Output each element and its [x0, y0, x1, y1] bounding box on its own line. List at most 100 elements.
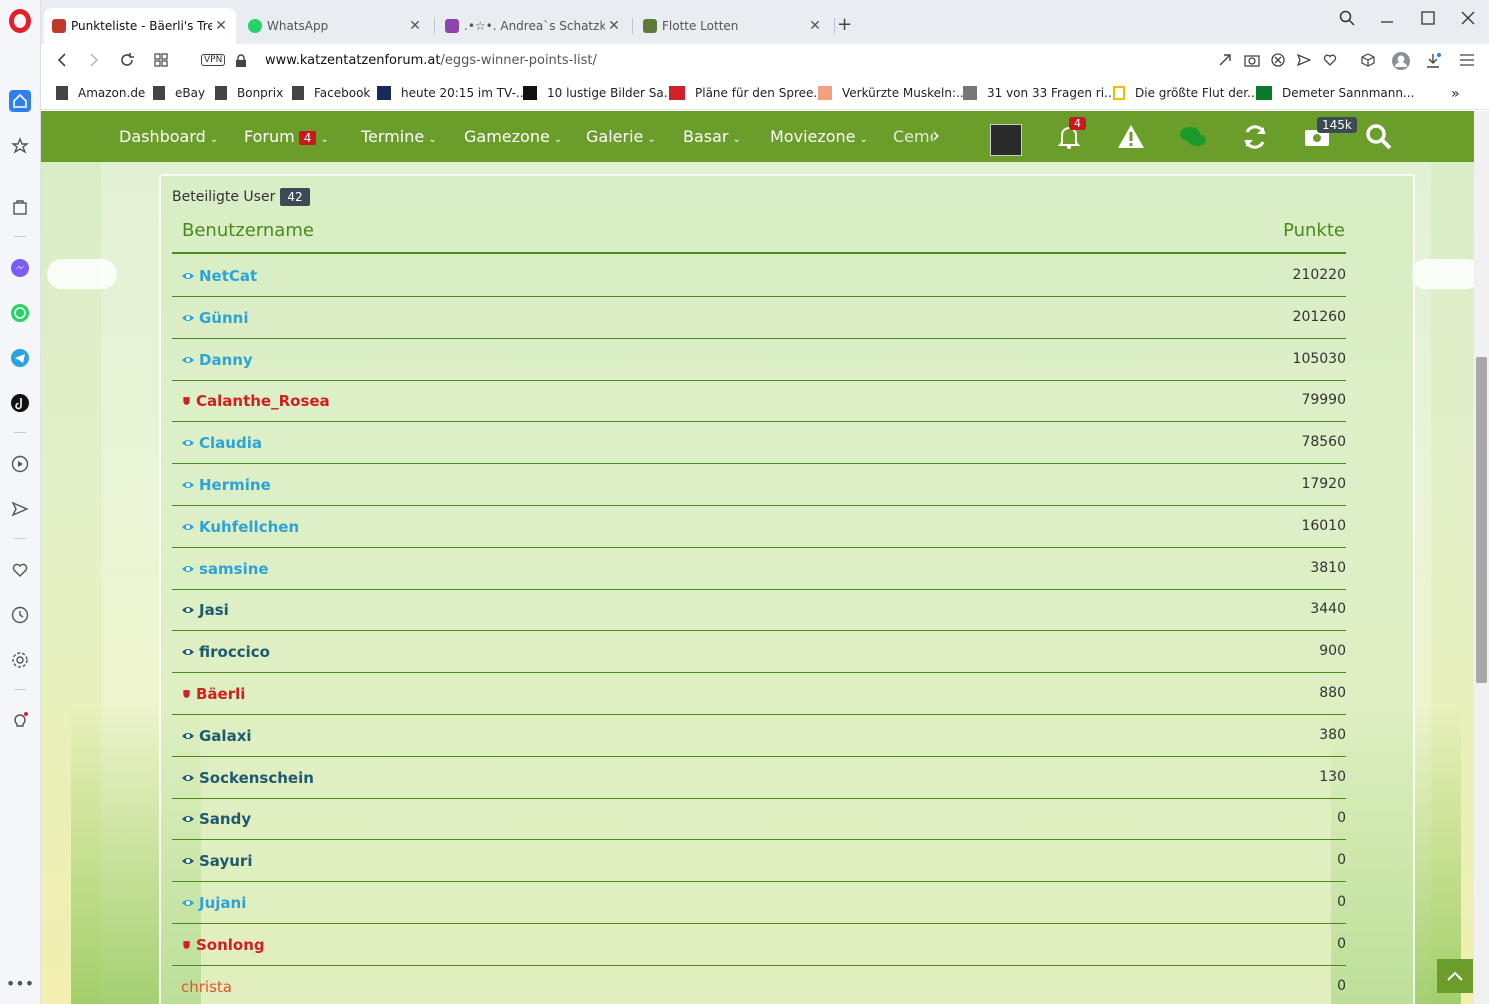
bookmark-ebay[interactable]: eBay — [153, 86, 205, 100]
nav-galerie[interactable]: Galerie ⌄ — [586, 127, 656, 146]
star-icon[interactable] — [9, 135, 31, 157]
tab-favicon-icon — [643, 19, 657, 33]
bookmark-muskeln[interactable]: Verkürzte Muskeln:... — [818, 86, 967, 100]
send-to-icon[interactable] — [1296, 53, 1312, 71]
table-row: christa 0 — [172, 966, 1346, 1004]
username-link[interactable]: Jujani — [181, 894, 246, 912]
scrollbar-thumb[interactable] — [1476, 357, 1487, 683]
history-icon[interactable] — [9, 604, 31, 626]
username-link[interactable]: Hermine — [181, 476, 271, 494]
maximize-icon[interactable] — [1421, 10, 1435, 30]
opera-logo-icon[interactable] — [9, 9, 31, 33]
easy-setup-menu-icon[interactable] — [1459, 53, 1475, 71]
bookmark-tv[interactable]: heute 20:15 im TV-... — [377, 86, 527, 100]
username-link[interactable]: Kuhfellchen — [181, 518, 299, 536]
vpn-badge[interactable]: VPN — [201, 54, 226, 66]
nav-gamezone[interactable]: Gamezone ⌄ — [464, 127, 562, 146]
close-window-icon[interactable] — [1461, 10, 1475, 30]
tab-favicon-icon — [445, 19, 459, 33]
bookmarks-overflow-icon[interactable]: » — [1451, 86, 1460, 102]
conversations-icon[interactable] — [1177, 121, 1209, 153]
minimize-icon[interactable] — [1380, 10, 1394, 30]
nav-scroll-right-icon[interactable]: › — [932, 123, 940, 147]
tab-close-icon[interactable]: ✕ — [605, 18, 623, 34]
profile-avatar-icon[interactable] — [1391, 51, 1411, 75]
nav-cemetery[interactable]: Ceme — [893, 127, 933, 146]
bookmark-amazon[interactable]: Amazon.de — [56, 86, 145, 100]
user-avatar[interactable] — [990, 124, 1022, 156]
url-field[interactable]: www.katzentatzenforum.at/eggs-winner-poi… — [265, 53, 597, 68]
bookmark-fragen[interactable]: 31 von 33 Fragen ri... — [963, 86, 1115, 100]
reload-icon[interactable] — [119, 52, 135, 72]
nav-basar[interactable]: Basar ⌄ — [683, 127, 741, 146]
tab-close-icon[interactable]: ✕ — [212, 18, 230, 34]
lightbulb-icon[interactable] — [9, 710, 31, 732]
shopping-bag-icon[interactable] — [9, 196, 31, 218]
username-link[interactable]: Sandy — [181, 810, 251, 828]
new-tab-button[interactable]: + — [837, 14, 852, 35]
nav-moviezone[interactable]: Moviezone ⌄ — [770, 127, 868, 146]
bookmark-flut[interactable]: Die größte Flut der... — [1113, 86, 1259, 100]
username-link[interactable]: Bäerli — [181, 685, 245, 703]
username-link[interactable]: Danny — [181, 351, 253, 369]
tiktok-icon[interactable] — [9, 392, 31, 414]
more-dots-icon[interactable]: ••• — [6, 972, 34, 994]
username-link[interactable]: Günni — [181, 309, 249, 327]
back-icon[interactable] — [55, 52, 69, 72]
send-icon[interactable] — [9, 498, 31, 520]
heart-icon[interactable] — [9, 559, 31, 581]
bookmark-spree[interactable]: Pläne für den Spree... — [669, 86, 825, 100]
lock-icon[interactable] — [235, 54, 247, 72]
username-link[interactable]: Galaxi — [181, 727, 252, 745]
bookmark-bonprix[interactable]: Bonprix — [215, 86, 283, 100]
forward-icon[interactable] — [87, 52, 101, 72]
nav-forum[interactable]: Forum 4 ⌄ — [244, 127, 329, 146]
points-list-panel: Beteiligte User 42 Benutzername Punkte N… — [159, 174, 1415, 1004]
nav-dashboard[interactable]: Dashboard ⌄ — [119, 127, 218, 146]
player-icon[interactable] — [9, 453, 31, 475]
search-icon[interactable] — [1363, 121, 1395, 153]
speed-dial-grid-icon[interactable] — [153, 52, 169, 72]
username-link[interactable]: christa — [181, 978, 232, 996]
scroll-to-top-button[interactable] — [1437, 959, 1473, 993]
extensions-cube-icon[interactable] — [1361, 53, 1375, 71]
tab-schatzkaestchen[interactable]: .•☆•. Andrea`s Schatzkästch ✕ — [437, 8, 629, 44]
bookmark-heart-icon[interactable] — [1323, 53, 1337, 71]
tab-punkteliste[interactable]: Punkteliste - Bäerli's Treff fü ✕ — [44, 8, 236, 44]
tab-whatsapp[interactable]: WhatsApp ✕ — [240, 8, 430, 44]
tab-flotte-lotten[interactable]: Flotte Lotten ✕ — [635, 8, 830, 44]
username-link[interactable]: samsine — [181, 560, 269, 578]
username-link[interactable]: Calanthe_Rosea — [181, 392, 330, 410]
username-link[interactable]: Claudia — [181, 434, 262, 452]
username-link[interactable]: NetCat — [181, 267, 257, 285]
tab-close-icon[interactable]: ✕ — [806, 18, 824, 34]
column-header-points[interactable]: Punkte — [1283, 220, 1345, 241]
username-text: Galaxi — [199, 726, 252, 745]
page-scrollbar[interactable] — [1474, 111, 1489, 1004]
warning-icon[interactable] — [1115, 121, 1147, 153]
eye-icon — [182, 482, 194, 488]
tab-close-icon[interactable]: ✕ — [406, 18, 424, 34]
whatsapp-icon[interactable] — [9, 302, 31, 324]
username-link[interactable]: Sonlong — [181, 936, 265, 954]
nav-termine[interactable]: Termine ⌄ — [361, 127, 437, 146]
refresh-icon[interactable] — [1239, 121, 1271, 153]
bookmark-demeter[interactable]: Demeter Sannmann... — [1256, 86, 1414, 100]
username-text: Sandy — [199, 810, 252, 829]
username-link[interactable]: firoccico — [181, 643, 270, 661]
settings-gear-icon[interactable] — [9, 649, 31, 671]
username-link[interactable]: Sockenschein — [181, 769, 314, 787]
tab-search-icon[interactable] — [1339, 10, 1355, 30]
bookmark-bilder[interactable]: 10 lustige Bilder Sa... — [523, 86, 675, 100]
telegram-icon[interactable] — [9, 347, 31, 369]
snapshot-camera-icon[interactable] — [1244, 53, 1260, 71]
username-link[interactable]: Jasi — [181, 601, 229, 619]
share-icon[interactable] — [1218, 53, 1232, 71]
adblock-icon[interactable] — [1271, 53, 1285, 71]
messenger-icon[interactable] — [9, 257, 31, 279]
downloads-icon[interactable] — [1425, 53, 1441, 73]
column-header-username[interactable]: Benutzername — [182, 220, 314, 241]
home-icon[interactable] — [9, 90, 31, 112]
bookmark-facebook[interactable]: Facebook — [292, 86, 370, 100]
username-link[interactable]: Sayuri — [181, 852, 252, 870]
